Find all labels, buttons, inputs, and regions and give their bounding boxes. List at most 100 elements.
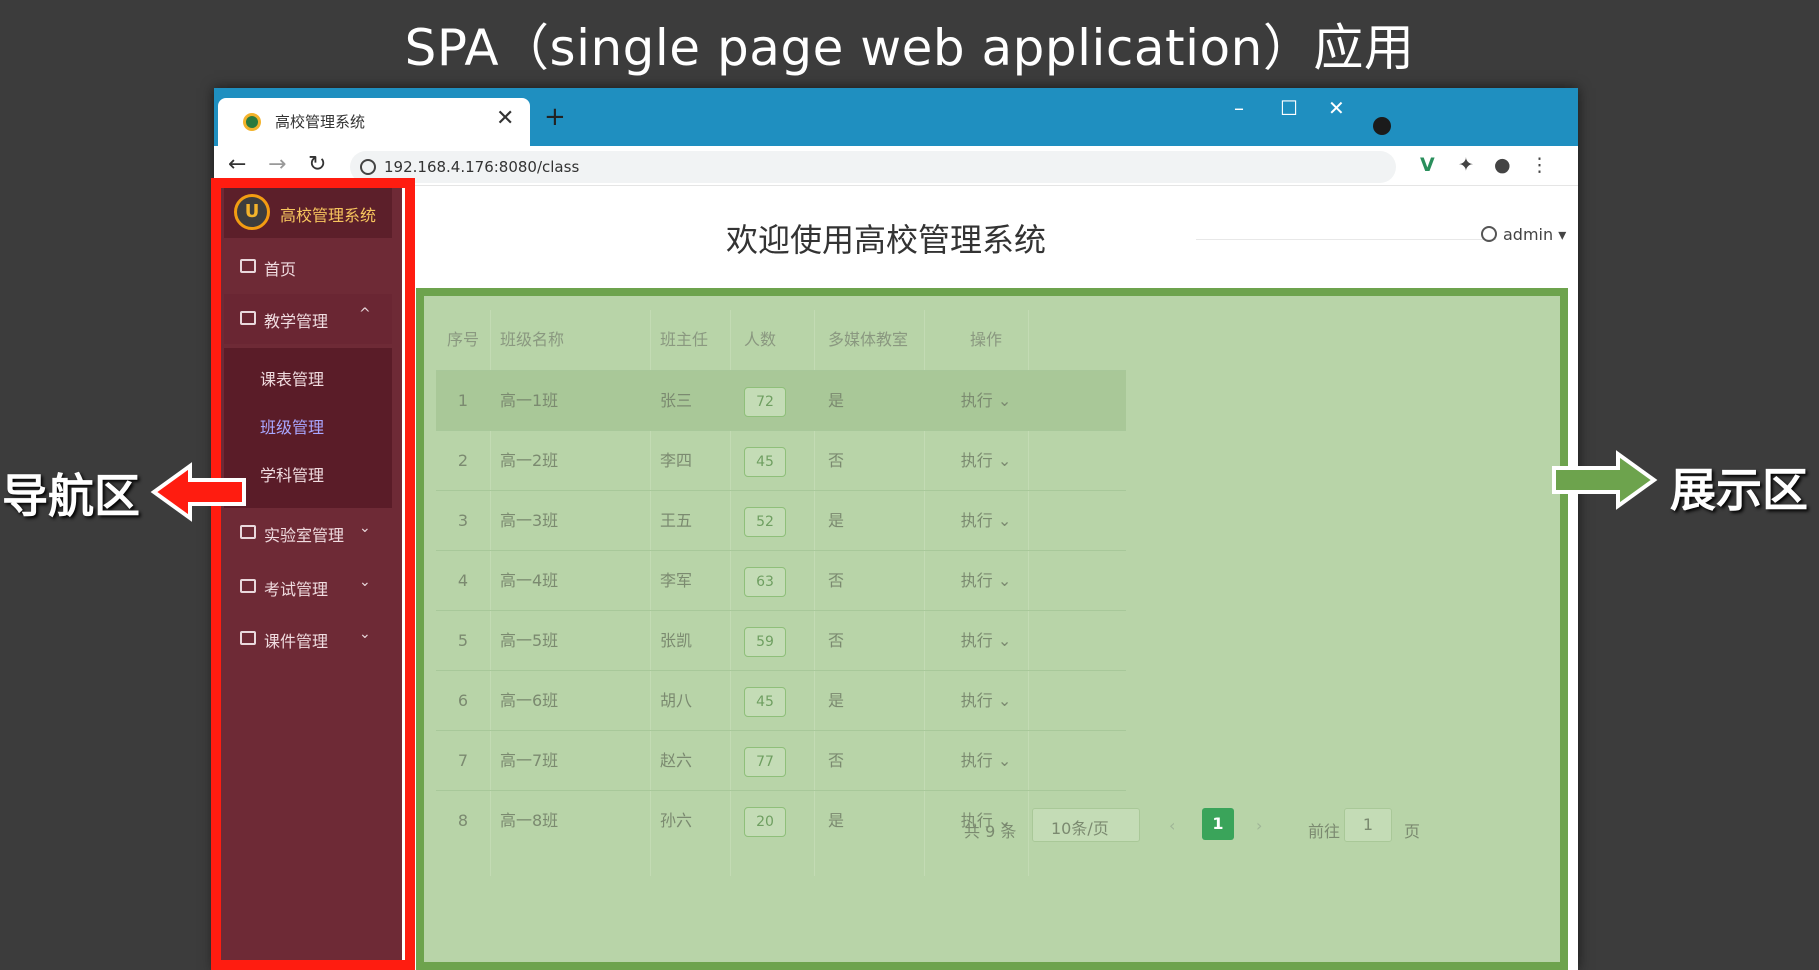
sidebar-item-label: 考试管理 xyxy=(264,576,328,600)
exam-icon xyxy=(240,579,256,593)
count-tag: 45 xyxy=(744,687,786,717)
url-text: 192.168.4.176:8080/class xyxy=(384,158,579,176)
forward-button[interactable]: → xyxy=(268,153,286,177)
cell-name: 高一3班 xyxy=(500,491,650,551)
action-dropdown[interactable]: 执行 ⌄ xyxy=(936,371,1036,431)
sidebar-item-exam[interactable]: 考试管理 ⌄ xyxy=(224,562,392,612)
profile-indicator-icon[interactable] xyxy=(1373,117,1391,135)
prev-page-button[interactable]: ‹ xyxy=(1169,816,1175,835)
chevron-down-icon: ⌄ xyxy=(993,511,1012,530)
cell-teacher: 孙六 xyxy=(660,791,740,851)
class-table: 序号 班级名称 班主任 人数 多媒体教室 操作 1高一1班张三72是执行 ⌄2高… xyxy=(436,310,1126,850)
page-suffix-label: 页 xyxy=(1404,818,1420,842)
sidebar-item-courseware[interactable]: 课件管理 ⌄ xyxy=(224,614,392,664)
next-page-button[interactable]: › xyxy=(1256,816,1262,835)
cell-teacher: 张三 xyxy=(660,371,740,431)
action-label: 执行 xyxy=(961,751,993,770)
cell-teacher: 赵六 xyxy=(660,731,740,791)
header-divider xyxy=(1196,239,1496,240)
sidebar-item-label: 实验室管理 xyxy=(264,522,344,546)
action-label: 执行 xyxy=(961,511,993,530)
cell-count: 45 xyxy=(744,671,824,731)
left-arrow-icon xyxy=(150,462,250,522)
browser-tab[interactable]: 高校管理系统 ✕ xyxy=(218,98,530,146)
header-idx: 序号 xyxy=(436,310,490,370)
address-bar: ← → ↻ 192.168.4.176:8080/class V ✦ ● ⋮ xyxy=(214,146,1578,186)
header-op: 操作 xyxy=(936,310,1036,370)
profile-icon[interactable]: ● xyxy=(1494,154,1511,176)
table-row: 1高一1班张三72是执行 ⌄ xyxy=(436,370,1126,430)
action-dropdown[interactable]: 执行 ⌄ xyxy=(936,671,1036,731)
action-label: 执行 xyxy=(961,631,993,650)
close-window-button[interactable]: ✕ xyxy=(1328,98,1345,118)
table-row: 7高一7班赵六77否执行 ⌄ xyxy=(436,730,1126,790)
user-name: admin xyxy=(1503,225,1553,244)
page-1-button[interactable]: 1 xyxy=(1202,808,1234,840)
action-label: 执行 xyxy=(961,691,993,710)
action-dropdown[interactable]: 执行 ⌄ xyxy=(936,431,1036,491)
sidebar-item-home[interactable]: 首页 xyxy=(224,242,392,292)
sidebar-subitem-schedule[interactable]: 课表管理 xyxy=(260,366,324,390)
header-name: 班级名称 xyxy=(500,310,650,370)
monitor-icon xyxy=(240,311,256,325)
cell-idx: 6 xyxy=(436,671,490,731)
cell-media: 否 xyxy=(828,731,928,791)
table-header: 序号 班级名称 班主任 人数 多媒体教室 操作 xyxy=(436,310,1126,370)
back-button[interactable]: ← xyxy=(228,153,246,177)
cell-media: 否 xyxy=(828,611,928,671)
page-size-select[interactable]: 10条/页 xyxy=(1032,808,1140,842)
user-menu[interactable]: admin ▾ xyxy=(1481,225,1566,244)
table-row: 6高一6班胡八45是执行 ⌄ xyxy=(436,670,1126,730)
extensions-puzzle-icon[interactable]: ✦ xyxy=(1458,154,1474,176)
count-tag: 52 xyxy=(744,507,786,537)
cell-name: 高一5班 xyxy=(500,611,650,671)
cell-count: 63 xyxy=(744,551,824,611)
cell-count: 77 xyxy=(744,731,824,791)
cell-media: 是 xyxy=(828,791,928,851)
cell-count: 45 xyxy=(744,431,824,491)
maximize-button[interactable]: ☐ xyxy=(1280,98,1298,118)
lab-icon xyxy=(240,525,256,539)
cell-idx: 8 xyxy=(436,791,490,851)
chevron-down-icon: ⌄ xyxy=(993,631,1012,650)
cell-idx: 7 xyxy=(436,731,490,791)
cell-name: 高一7班 xyxy=(500,731,650,791)
sidebar-item-teaching[interactable]: 教学管理 ^ xyxy=(224,294,392,344)
pagination-total: 共 9 条 xyxy=(964,818,1016,842)
chevron-down-icon: ⌄ xyxy=(993,751,1012,770)
tab-close-icon[interactable]: ✕ xyxy=(496,107,514,131)
cell-media: 否 xyxy=(828,551,928,611)
new-tab-button[interactable]: + xyxy=(544,104,566,130)
caret-down-icon: ▾ xyxy=(1553,225,1566,244)
vue-devtools-icon[interactable]: V xyxy=(1420,154,1435,176)
action-dropdown[interactable]: 执行 ⌄ xyxy=(936,731,1036,791)
table-row: 5高一5班张凯59否执行 ⌄ xyxy=(436,610,1126,670)
display-area-label: 展示区 xyxy=(1670,454,1808,520)
reload-button[interactable]: ↻ xyxy=(308,153,326,177)
cell-name: 高一4班 xyxy=(500,551,650,611)
brand: U 高校管理系统 xyxy=(224,186,392,238)
action-dropdown[interactable]: 执行 ⌄ xyxy=(936,551,1036,611)
action-dropdown[interactable]: 执行 ⌄ xyxy=(936,491,1036,551)
action-label: 执行 xyxy=(961,391,993,410)
sidebar-subitem-subject[interactable]: 学科管理 xyxy=(260,462,324,486)
document-icon xyxy=(240,631,256,645)
url-input[interactable]: 192.168.4.176:8080/class xyxy=(350,151,1396,183)
goto-page-input[interactable]: 1 xyxy=(1344,808,1392,842)
browser-menu-icon[interactable]: ⋮ xyxy=(1530,154,1549,176)
tab-title: 高校管理系统 xyxy=(275,111,365,132)
cell-media: 是 xyxy=(828,491,928,551)
slide-title: SPA（single page web application）应用 xyxy=(0,8,1819,80)
cell-count: 20 xyxy=(744,791,824,851)
app-header: 欢迎使用高校管理系统 admin ▾ xyxy=(416,187,1578,289)
cell-idx: 2 xyxy=(436,431,490,491)
sidebar-subitem-class[interactable]: 班级管理 xyxy=(260,414,324,438)
header-teacher[interactable]: 班主任 xyxy=(660,310,740,370)
cell-media: 是 xyxy=(828,371,928,431)
pagination: 共 9 条 10条/页 ‹ 1 › 前往 1 页 xyxy=(964,808,1564,848)
minimize-button[interactable]: – xyxy=(1234,98,1244,118)
user-icon xyxy=(1481,226,1497,242)
globe-icon xyxy=(360,159,376,175)
action-dropdown[interactable]: 执行 ⌄ xyxy=(936,611,1036,671)
chevron-down-icon: ⌄ xyxy=(993,691,1012,710)
